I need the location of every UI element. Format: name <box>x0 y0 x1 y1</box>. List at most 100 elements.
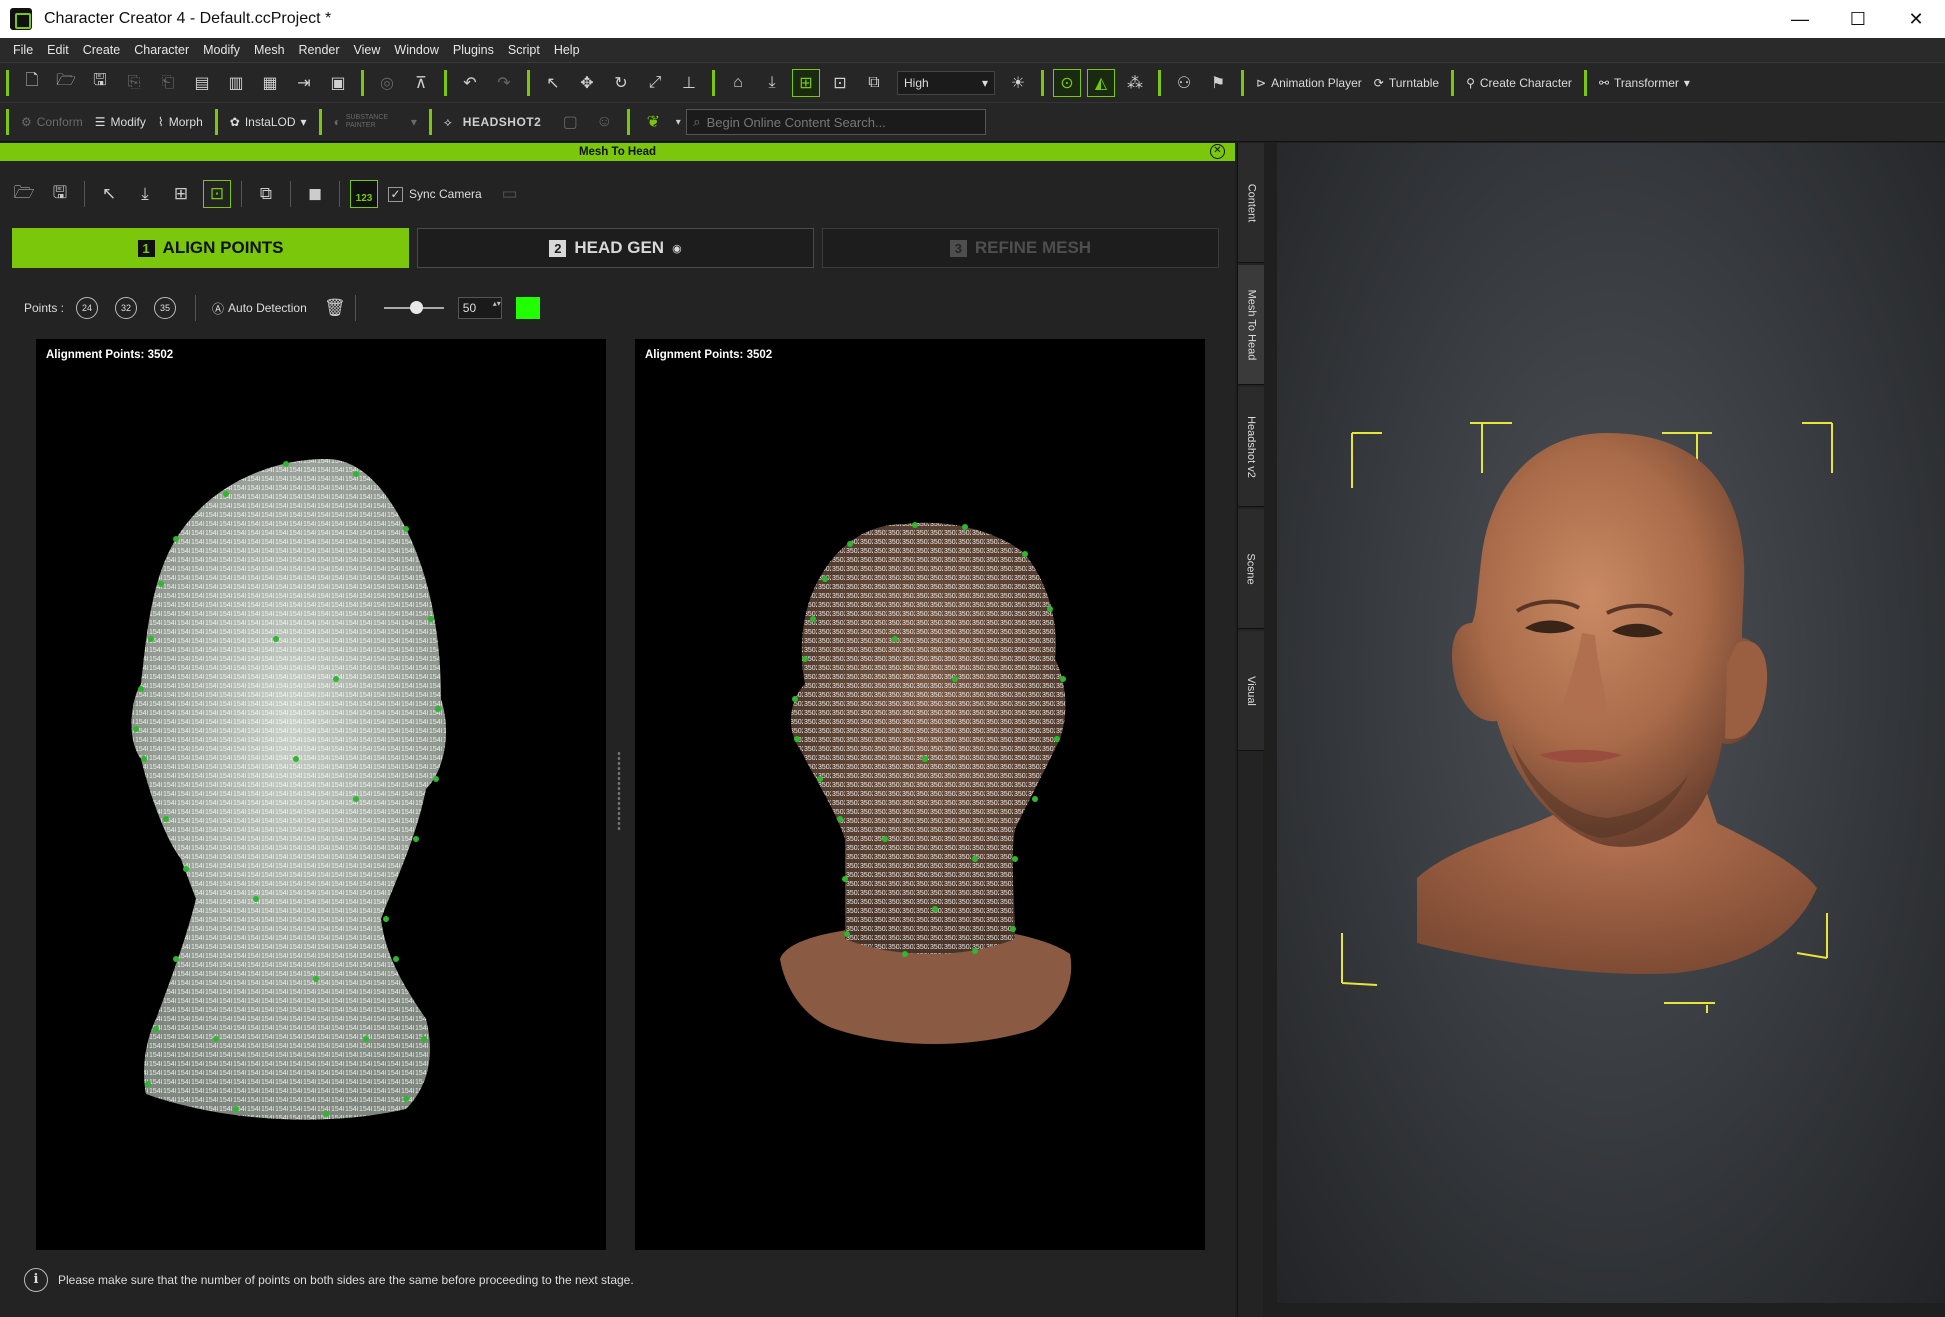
obj-export-icon[interactable]: ▤ <box>188 69 216 97</box>
point-size-input[interactable]: 50 <box>457 297 502 319</box>
minimize-button[interactable]: — <box>1771 0 1829 38</box>
save-icon[interactable]: 🖫 <box>86 69 114 97</box>
morph-button[interactable]: ⌇ Morph <box>152 115 209 129</box>
close-button[interactable]: ✕ <box>1887 0 1945 38</box>
pose-icon[interactable]: ⊼ <box>407 69 435 97</box>
instalod-icon: ✿ <box>229 115 240 129</box>
layers-icon[interactable]: ⧉ <box>252 180 280 208</box>
menu-help[interactable]: Help <box>547 43 587 57</box>
transformer-icon: ⚯ <box>1598 75 1609 90</box>
open-folder-icon[interactable]: 🗁 <box>10 180 38 208</box>
select-icon[interactable]: ↖ <box>539 69 567 97</box>
menu-file[interactable]: File <box>6 43 40 57</box>
menu-create[interactable]: Create <box>76 43 128 57</box>
light-icon[interactable]: ☀ <box>1004 69 1032 97</box>
animation-player-button[interactable]: ⊳ Animation Player <box>1250 76 1368 90</box>
headshot-button[interactable]: ⟡ HEADSHOT2 <box>438 115 553 130</box>
group-icon[interactable]: ⁂ <box>1121 69 1149 97</box>
menu-window[interactable]: Window <box>387 43 445 57</box>
render-quality-select[interactable]: High ▾ <box>897 70 995 95</box>
content-search-input[interactable]: ⌕ Begin Online Content Search... <box>686 109 987 135</box>
target-mesh-viewport[interactable]: Alignment Points: 3502 3502 <box>635 339 1205 1250</box>
turntable-button[interactable]: ⟳ Turntable <box>1368 76 1445 90</box>
camera-icon[interactable]: ⧉ <box>860 69 888 97</box>
modify-button[interactable]: ☰ Modify <box>89 115 152 129</box>
edit-mesh-icon[interactable]: ◭ <box>1087 68 1115 97</box>
menu-view[interactable]: View <box>347 43 388 57</box>
step-refine-mesh-tab[interactable]: 3 REFINE MESH <box>822 228 1219 268</box>
source-mesh-viewport[interactable]: Alignment Points: 3502 1548 <box>36 339 606 1250</box>
point-size-slider[interactable] <box>383 301 444 314</box>
substance-painter-button[interactable]: ◐ SUBSTANCE PAINTER ▾ <box>328 114 423 130</box>
export-icon[interactable]: ⎗ <box>154 69 182 97</box>
slider-knob[interactable] <box>409 301 423 314</box>
menu-edit[interactable]: Edit <box>40 43 76 57</box>
conform-button[interactable]: ⚙ Conform <box>15 115 89 129</box>
maximize-button[interactable]: ☐ <box>1829 0 1887 38</box>
points-preset-24-button[interactable]: 24 <box>76 297 99 319</box>
main-3d-viewport[interactable] <box>1277 143 1945 1303</box>
undo-icon[interactable]: ↶ <box>456 69 484 97</box>
secondary-toolbar: ⚙ Conform ☰ Modify ⌇ Morph ✿ InstaLOD ▾ ◐ SUBS… <box>0 102 1945 142</box>
target-icon[interactable]: ◎ <box>373 69 401 97</box>
usd-export-icon[interactable]: ▦ <box>256 69 284 97</box>
drop-to-floor-icon[interactable]: ⤓ <box>758 69 786 97</box>
video-camera-icon[interactable]: ▭ <box>496 180 524 208</box>
points-preset-35-button[interactable]: 35 <box>154 297 177 319</box>
tab-mesh-to-head[interactable]: Mesh To Head <box>1238 265 1264 385</box>
chevron-down-icon[interactable]: ▾ <box>673 108 683 136</box>
actor-icon[interactable]: ⚇ <box>1170 69 1198 97</box>
menu-mesh[interactable]: Mesh <box>247 43 292 57</box>
transformer-button[interactable]: ⚯ Transformer ▾ <box>1593 76 1696 90</box>
new-file-icon[interactable]: 🗋 <box>18 69 46 97</box>
instalod-button[interactable]: ✿ InstaLOD ▾ <box>224 115 313 129</box>
frame-all-icon[interactable]: ⊡ <box>826 69 854 97</box>
points-preset-32-button[interactable]: 32 <box>115 297 138 319</box>
tab-visual[interactable]: Visual <box>1238 631 1264 751</box>
point-color-swatch[interactable] <box>515 297 540 319</box>
screen-icon[interactable]: ▣ <box>324 69 352 97</box>
send-icon[interactable]: ⇥ <box>290 69 318 97</box>
sync-camera-checkbox[interactable]: ✓ <box>388 186 403 202</box>
home-icon[interactable]: ⌂ <box>724 69 752 97</box>
morph-gizmo-icon[interactable]: ⊙ <box>1053 68 1081 97</box>
create-character-button[interactable]: ⚲ Create Character <box>1460 76 1578 90</box>
toolbar-separator <box>6 109 9 135</box>
flag-icon[interactable]: ⚑ <box>1204 69 1232 97</box>
cube-icon[interactable]: ◼ <box>301 180 329 208</box>
rotate-icon[interactable]: ↻ <box>607 69 635 97</box>
redo-icon[interactable]: ↷ <box>490 69 518 97</box>
auto-detection-button[interactable]: Ⓐ Auto Detection <box>212 300 307 317</box>
drop-icon[interactable]: ⤓ <box>131 180 159 208</box>
headshot-photo-icon[interactable]: ▢ <box>556 108 584 136</box>
search-placeholder: Begin Online Content Search... <box>706 114 886 130</box>
scale-icon[interactable]: ⤢ <box>641 69 669 97</box>
import-icon[interactable]: ⎘ <box>120 69 148 97</box>
align-icon[interactable]: ⊥ <box>675 69 703 97</box>
viewport-splitter[interactable] <box>617 751 621 831</box>
step-head-gen-tab[interactable]: 2 HEAD GEN ◉ <box>417 228 814 268</box>
plant-icon[interactable]: ❦ <box>639 108 667 136</box>
open-folder-icon[interactable]: 🗁 <box>52 69 80 97</box>
menu-script[interactable]: Script <box>501 43 547 57</box>
menu-character[interactable]: Character <box>127 43 196 57</box>
fbx-export-icon[interactable]: ▥ <box>222 69 250 97</box>
menu-render[interactable]: Render <box>292 43 347 57</box>
toolbar-separator <box>712 69 715 96</box>
select-arrow-icon[interactable]: ↖ <box>95 180 123 208</box>
tab-scene[interactable]: Scene <box>1238 509 1264 629</box>
move-icon[interactable]: ✥ <box>573 69 601 97</box>
trash-icon[interactable]: 🗑 <box>321 294 349 322</box>
frame-icon[interactable]: ⊞ <box>167 180 195 208</box>
save-icon[interactable]: 🖫 <box>46 180 74 208</box>
frame-selected-icon[interactable]: ⊞ <box>792 68 820 97</box>
headshot-head-icon[interactable]: ☺ <box>590 108 618 136</box>
tab-content[interactable]: Content <box>1238 143 1264 263</box>
menu-plugins[interactable]: Plugins <box>446 43 501 57</box>
step-align-points-tab[interactable]: 1 ALIGN POINTS <box>12 228 409 268</box>
panel-close-icon[interactable]: ✕ <box>1210 144 1225 159</box>
menu-modify[interactable]: Modify <box>196 43 247 57</box>
tab-headshot-v2[interactable]: Headshot v2 <box>1238 387 1264 507</box>
point-numbers-toggle[interactable]: 123 <box>350 180 378 208</box>
frame-head-icon[interactable]: ⊡ <box>203 180 231 208</box>
